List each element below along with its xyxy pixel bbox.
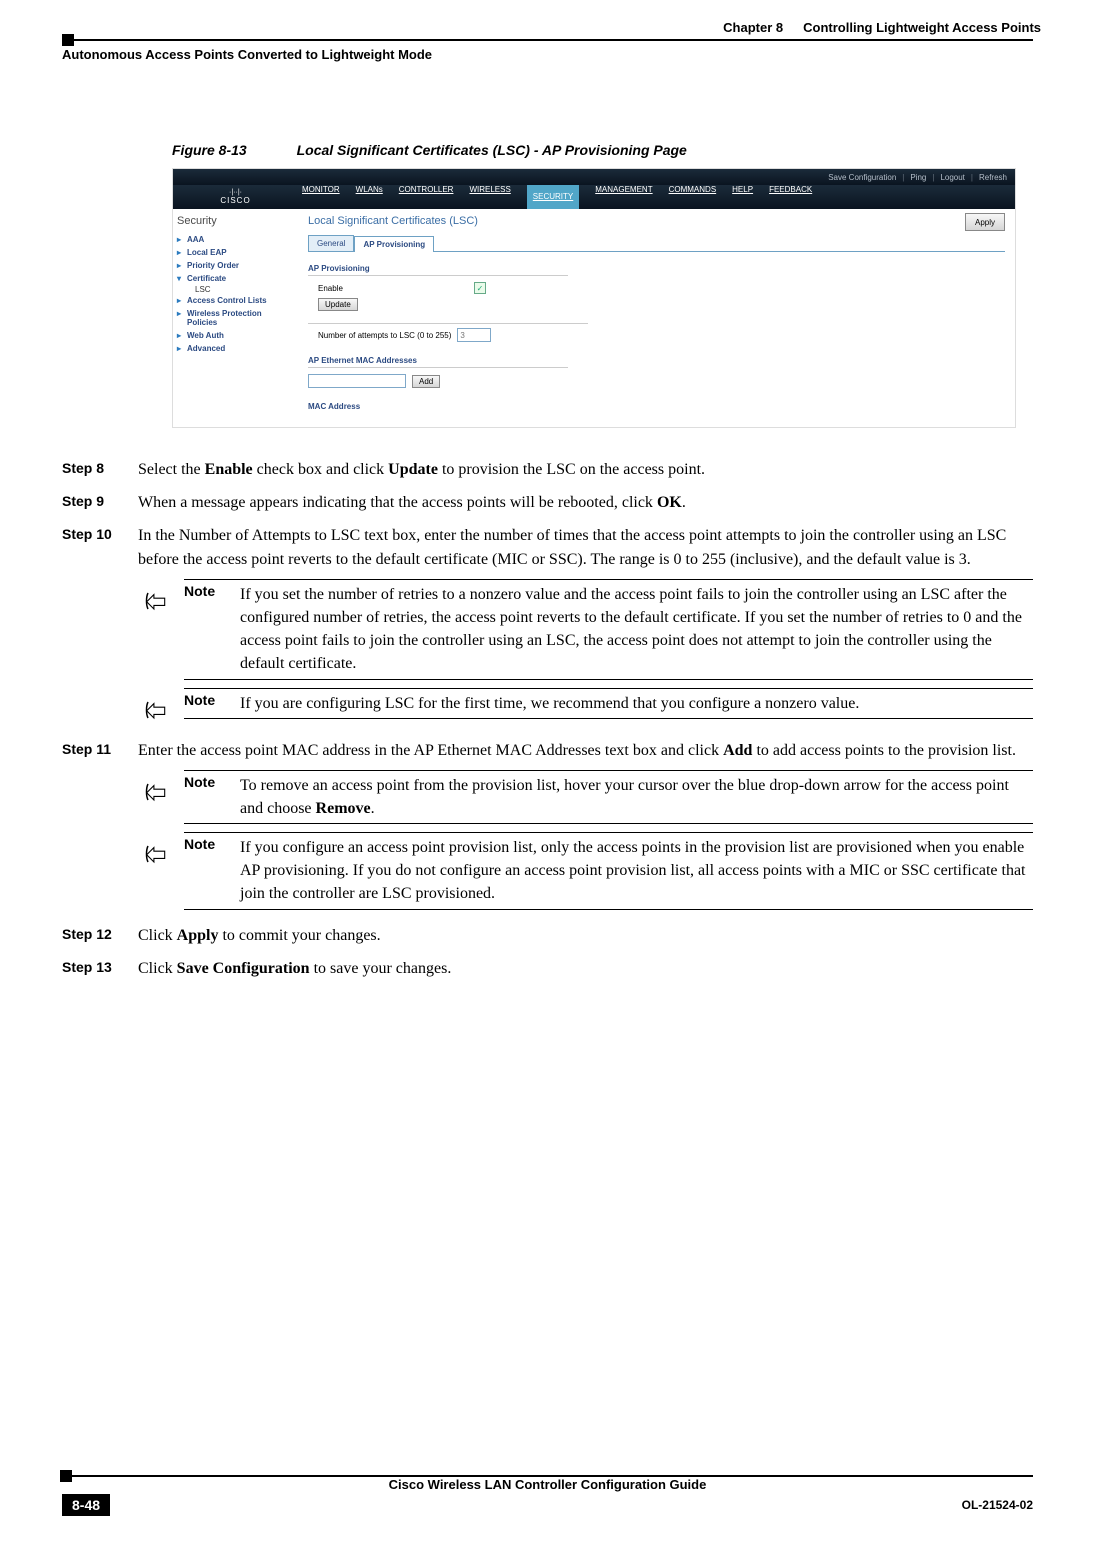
enable-label: Enable xyxy=(318,284,468,293)
note-icon xyxy=(138,782,168,807)
doc-number: OL-21524-02 xyxy=(962,1498,1033,1512)
fs-mac-address-list-title: MAC Address xyxy=(308,402,568,413)
chapter-label: Chapter 8 xyxy=(723,20,783,35)
section-title: Autonomous Access Points Converted to Li… xyxy=(62,47,1033,62)
menu-feedback[interactable]: FEEDBACK xyxy=(769,185,812,209)
note-label: Note xyxy=(184,836,224,906)
page-number: 8-48 xyxy=(62,1494,110,1516)
enable-checkbox[interactable]: ✓ xyxy=(474,282,486,294)
mac-address-input[interactable] xyxy=(308,374,406,388)
sidebar-subitem-lsc[interactable]: LSC xyxy=(177,285,294,294)
menu-wireless[interactable]: WIRELESS xyxy=(469,185,510,209)
step-13-body: Click Save Configuration to save your ch… xyxy=(138,957,1033,980)
step-11-body: Enter the access point MAC address in th… xyxy=(138,739,1033,762)
step-8-label: Step 8 xyxy=(62,458,116,481)
step-10-body: In the Number of Attempts to LSC text bo… xyxy=(138,524,1033,570)
step-10-note-2: If you are configuring LSC for the first… xyxy=(240,692,859,715)
sidebar-item-priority-order[interactable]: Priority Order xyxy=(177,259,294,272)
note-icon xyxy=(138,591,168,616)
sidebar-item-advanced[interactable]: Advanced xyxy=(177,342,294,355)
sidebar-item-web-auth[interactable]: Web Auth xyxy=(177,329,294,342)
fs-ap-provisioning-title: AP Provisioning xyxy=(308,264,568,276)
sidebar-item-aaa[interactable]: AAA xyxy=(177,233,294,246)
ping-link[interactable]: Ping xyxy=(910,173,926,182)
cisco-logo: ·|··|· CISCO xyxy=(173,185,298,209)
top-utility-bar: Save Configuration| Ping| Logout| Refres… xyxy=(173,169,1015,185)
step-9-label: Step 9 xyxy=(62,491,116,514)
note-label: Note xyxy=(184,583,224,676)
step-12-body: Click Apply to commit your changes. xyxy=(138,924,1033,947)
figure-title: Local Significant Certificates (LSC) - A… xyxy=(297,142,687,158)
step-11-label: Step 11 xyxy=(62,739,116,762)
tab-general[interactable]: General xyxy=(308,235,354,251)
figure-caption: Figure 8-13 Local Significant Certificat… xyxy=(172,142,1033,158)
step-11-note-2: If you configure an access point provisi… xyxy=(240,836,1033,906)
fs-mac-addresses-title: AP Ethernet MAC Addresses xyxy=(308,356,568,368)
menu-commands[interactable]: COMMANDS xyxy=(669,185,717,209)
step-12-label: Step 12 xyxy=(62,924,116,947)
sidebar-item-local-eap[interactable]: Local EAP xyxy=(177,246,294,259)
sidebar-item-certificate[interactable]: Certificate xyxy=(177,272,294,285)
note-icon xyxy=(138,700,168,725)
note-label: Note xyxy=(184,692,224,715)
menu-controller[interactable]: CONTROLLER xyxy=(399,185,454,209)
add-button[interactable]: Add xyxy=(412,375,440,388)
menu-wlans[interactable]: WLANs xyxy=(356,185,383,209)
menu-monitor[interactable]: MONITOR xyxy=(302,185,340,209)
footer-guide-title: Cisco Wireless LAN Controller Configurat… xyxy=(62,1477,1033,1492)
note-icon xyxy=(138,844,168,869)
menu-management[interactable]: MANAGEMENT xyxy=(595,185,652,209)
step-11-note-1: To remove an access point from the provi… xyxy=(240,774,1033,820)
step-10-label: Step 10 xyxy=(62,524,116,570)
sidebar-item-wpp[interactable]: Wireless Protection Policies xyxy=(177,307,294,329)
step-10-note-1: If you set the number of retries to a no… xyxy=(240,583,1033,676)
sidebar: Security AAA Local EAP Priority Order Ce… xyxy=(173,209,298,427)
step-8-body: Select the Enable check box and click Up… xyxy=(138,458,1033,481)
note-label: Note xyxy=(184,774,224,820)
chapter-title: Controlling Lightweight Access Points xyxy=(803,20,1041,35)
refresh-link[interactable]: Refresh xyxy=(979,173,1007,182)
sidebar-item-acl[interactable]: Access Control Lists xyxy=(177,294,294,307)
page-title: Local Significant Certificates (LSC) xyxy=(308,215,1005,227)
step-9-body: When a message appears indicating that t… xyxy=(138,491,1033,514)
save-config-link[interactable]: Save Configuration xyxy=(828,173,896,182)
lsc-ap-provisioning-screenshot: Save Configuration| Ping| Logout| Refres… xyxy=(172,168,1016,428)
attempts-label: Number of attempts to LSC (0 to 255) xyxy=(318,331,451,340)
update-button[interactable]: Update xyxy=(318,298,358,311)
step-13-label: Step 13 xyxy=(62,957,116,980)
menu-security[interactable]: SECURITY xyxy=(527,185,579,209)
menu-help[interactable]: HELP xyxy=(732,185,753,209)
sidebar-title: Security xyxy=(177,215,294,227)
attempts-input[interactable] xyxy=(457,328,491,342)
apply-button[interactable]: Apply xyxy=(965,213,1005,231)
logout-link[interactable]: Logout xyxy=(940,173,964,182)
tab-ap-provisioning[interactable]: AP Provisioning xyxy=(354,236,434,252)
figure-label: Figure 8-13 xyxy=(172,142,247,158)
